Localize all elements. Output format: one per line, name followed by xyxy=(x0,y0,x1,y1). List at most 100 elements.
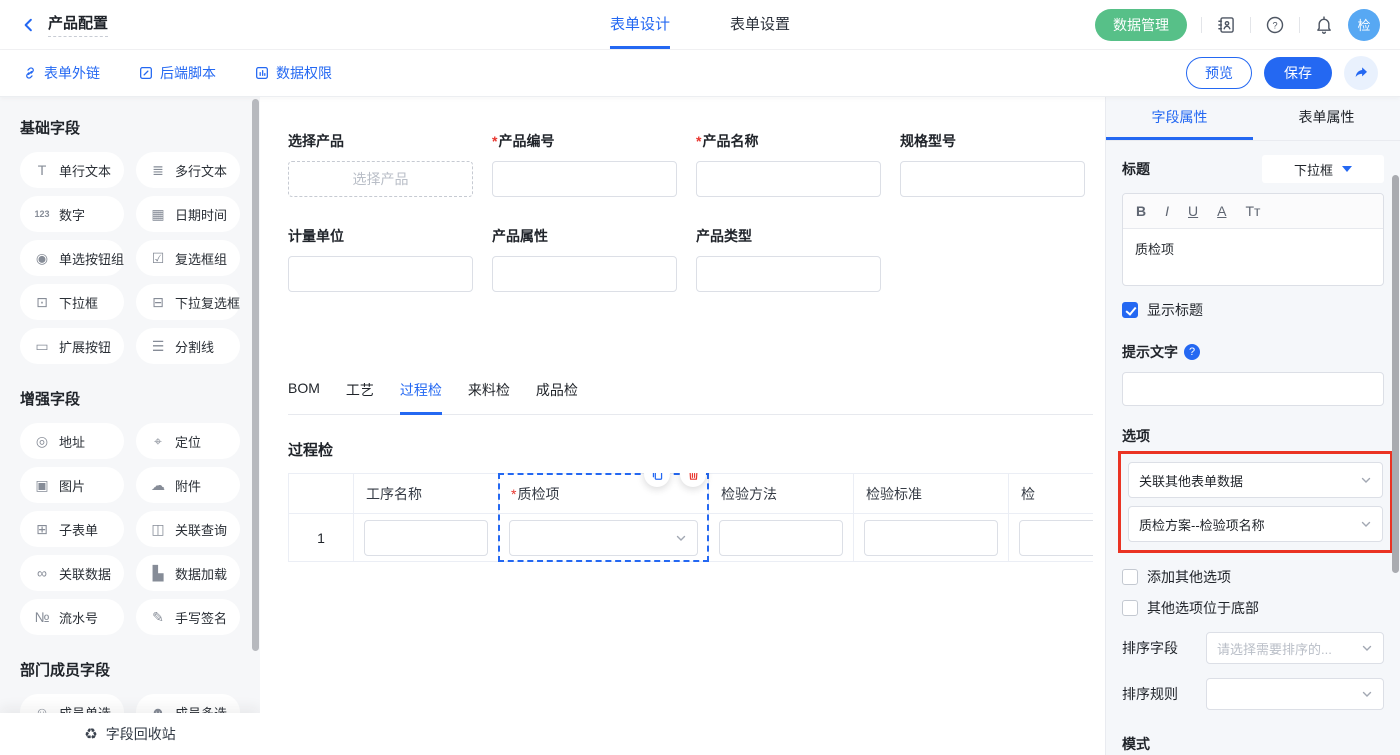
field-item-image[interactable]: ▣图片 xyxy=(20,467,124,503)
col-process-name-header[interactable]: 工序名称 xyxy=(354,474,499,514)
show-title-row: 显示标题 xyxy=(1122,300,1384,320)
clipped-input[interactable] xyxy=(1019,520,1093,556)
field-type-select[interactable]: 下拉框 xyxy=(1262,155,1384,183)
select-product-input[interactable]: 选择产品 xyxy=(288,161,473,197)
section-enhanced-fields: 增强字段 xyxy=(20,388,240,409)
chevron-down-icon xyxy=(1360,474,1372,486)
col-clipped-header[interactable]: 检 xyxy=(1009,474,1093,514)
help-icon[interactable]: ? xyxy=(1265,15,1285,35)
delete-column-button[interactable] xyxy=(680,473,706,487)
spec-model-input[interactable] xyxy=(900,161,1085,197)
sidebar-scrollbar[interactable] xyxy=(252,99,259,651)
page-title[interactable]: 产品配置 xyxy=(48,12,108,37)
font-color-button[interactable]: A xyxy=(1217,203,1226,219)
field-item-datetime[interactable]: ▦日期时间 xyxy=(136,196,240,232)
data-permission-link[interactable]: 数据权限 xyxy=(254,63,332,83)
field-product-code[interactable]: *产品编号 xyxy=(492,131,677,197)
tab-finished-check[interactable]: 成品检 xyxy=(536,380,578,415)
hint-text-input[interactable] xyxy=(1122,372,1384,406)
sort-field-select[interactable]: 请选择需要排序的... xyxy=(1206,632,1384,664)
title-value-input[interactable]: 质检项 xyxy=(1123,229,1383,285)
avatar[interactable]: 检 xyxy=(1348,9,1380,41)
field-item-signature[interactable]: ✎手写签名 xyxy=(136,599,240,635)
field-item-divider-line[interactable]: ☰分割线 xyxy=(136,328,240,364)
field-item-linked-query[interactable]: ◫关联查询 xyxy=(136,511,240,547)
col-inspect-method-header[interactable]: 检验方法 xyxy=(709,474,854,514)
tab-process-check[interactable]: 过程检 xyxy=(400,380,442,415)
tab-form-settings[interactable]: 表单设置 xyxy=(730,0,790,49)
form-external-link[interactable]: 表单外链 xyxy=(22,63,100,83)
col-inspect-standard-header[interactable]: 检验标准 xyxy=(854,474,1009,514)
tab-bom[interactable]: BOM xyxy=(288,380,320,415)
underline-button[interactable]: U xyxy=(1188,203,1198,219)
quality-item-select[interactable] xyxy=(509,520,698,556)
product-code-input[interactable] xyxy=(492,161,677,197)
sort-rule-label: 排序规则 xyxy=(1122,684,1178,704)
panel-scrollbar[interactable] xyxy=(1392,175,1399,573)
tab-process[interactable]: 工艺 xyxy=(346,380,374,415)
field-item-dropdown[interactable]: ⊡下拉框 xyxy=(20,284,124,320)
option-source-value: 关联其他表单数据 xyxy=(1139,471,1243,490)
field-item-single-line-text[interactable]: T单行文本 xyxy=(20,152,124,188)
field-product-type[interactable]: 产品类型 xyxy=(696,226,881,292)
preview-button[interactable]: 预览 xyxy=(1186,57,1252,89)
unit-input[interactable] xyxy=(288,256,473,292)
data-manage-button[interactable]: 数据管理 xyxy=(1095,9,1187,41)
attachment-icon: ☁ xyxy=(149,477,167,494)
tab-form-design[interactable]: 表单设计 xyxy=(610,0,670,49)
field-product-attr[interactable]: 产品属性 xyxy=(492,226,677,292)
font-size-button[interactable]: Tᴛ xyxy=(1245,203,1260,219)
copy-column-button[interactable] xyxy=(644,473,670,487)
italic-button[interactable]: I xyxy=(1165,203,1169,219)
product-attr-input[interactable] xyxy=(492,256,677,292)
field-item-number[interactable]: 123数字 xyxy=(20,196,124,232)
enhanced-fields-grid: ◎地址 ⌖定位 ▣图片 ☁附件 ⊞子表单 ◫关联查询 ∞关联数据 ▙数据加载 №… xyxy=(20,423,240,635)
linked-data-icon: ∞ xyxy=(33,565,51,581)
field-item-data-load[interactable]: ▙数据加载 xyxy=(136,555,240,591)
address-book-icon[interactable] xyxy=(1216,15,1236,35)
notification-bell-icon[interactable] xyxy=(1314,15,1334,35)
tab-form-properties[interactable]: 表单属性 xyxy=(1253,97,1400,140)
field-item-attachment[interactable]: ☁附件 xyxy=(136,467,240,503)
recycle-icon: ♻ xyxy=(84,725,97,743)
tab-field-properties[interactable]: 字段属性 xyxy=(1106,97,1253,140)
field-item-extend-button[interactable]: ▭扩展按钮 xyxy=(20,328,124,364)
inspect-method-input[interactable] xyxy=(719,520,843,556)
inspect-standard-input[interactable] xyxy=(864,520,998,556)
hint-help-icon[interactable]: ? xyxy=(1184,344,1200,360)
show-title-checkbox[interactable] xyxy=(1122,302,1138,318)
field-recycle-bin[interactable]: ♻ 字段回收站 xyxy=(0,713,260,755)
field-item-label: 流水号 xyxy=(59,608,98,627)
share-button[interactable] xyxy=(1344,56,1378,90)
option-field-select[interactable]: 质检方案--检验项名称 xyxy=(1128,506,1383,542)
product-name-input[interactable] xyxy=(696,161,881,197)
process-name-input[interactable] xyxy=(364,520,488,556)
other-option-bottom-checkbox[interactable] xyxy=(1122,600,1138,616)
product-type-input[interactable] xyxy=(696,256,881,292)
tab-incoming-check[interactable]: 来料检 xyxy=(468,380,510,415)
field-unit[interactable]: 计量单位 xyxy=(288,226,473,292)
back-icon[interactable] xyxy=(20,16,38,34)
sort-rule-select[interactable] xyxy=(1206,678,1384,710)
field-item-checkbox-group[interactable]: ☑复选框组 xyxy=(136,240,240,276)
save-button[interactable]: 保存 xyxy=(1264,57,1332,89)
field-spec-model[interactable]: 规格型号 xyxy=(900,131,1085,197)
trash-icon xyxy=(686,473,701,482)
field-item-multi-dropdown[interactable]: ⊟下拉复选框 xyxy=(136,284,240,320)
option-source-select[interactable]: 关联其他表单数据 xyxy=(1128,462,1383,498)
field-item-multi-line-text[interactable]: ≣多行文本 xyxy=(136,152,240,188)
field-item-label: 图片 xyxy=(59,476,85,495)
field-item-linked-data[interactable]: ∞关联数据 xyxy=(20,555,124,591)
options-highlight-box: 关联其他表单数据 质检方案--检验项名称 xyxy=(1118,451,1393,553)
field-item-address[interactable]: ◎地址 xyxy=(20,423,124,459)
backend-script-link[interactable]: 后端脚本 xyxy=(138,63,216,83)
field-product-name[interactable]: *产品名称 xyxy=(696,131,881,197)
field-item-subform[interactable]: ⊞子表单 xyxy=(20,511,124,547)
field-item-serial-number[interactable]: №流水号 xyxy=(20,599,124,635)
single-line-text-icon: T xyxy=(33,162,51,178)
field-item-location[interactable]: ⌖定位 xyxy=(136,423,240,459)
add-other-option-checkbox[interactable] xyxy=(1122,569,1138,585)
field-item-radio-group[interactable]: ◉单选按钮组 xyxy=(20,240,124,276)
field-select-product[interactable]: 选择产品 选择产品 xyxy=(288,131,473,197)
bold-button[interactable]: B xyxy=(1136,203,1146,219)
